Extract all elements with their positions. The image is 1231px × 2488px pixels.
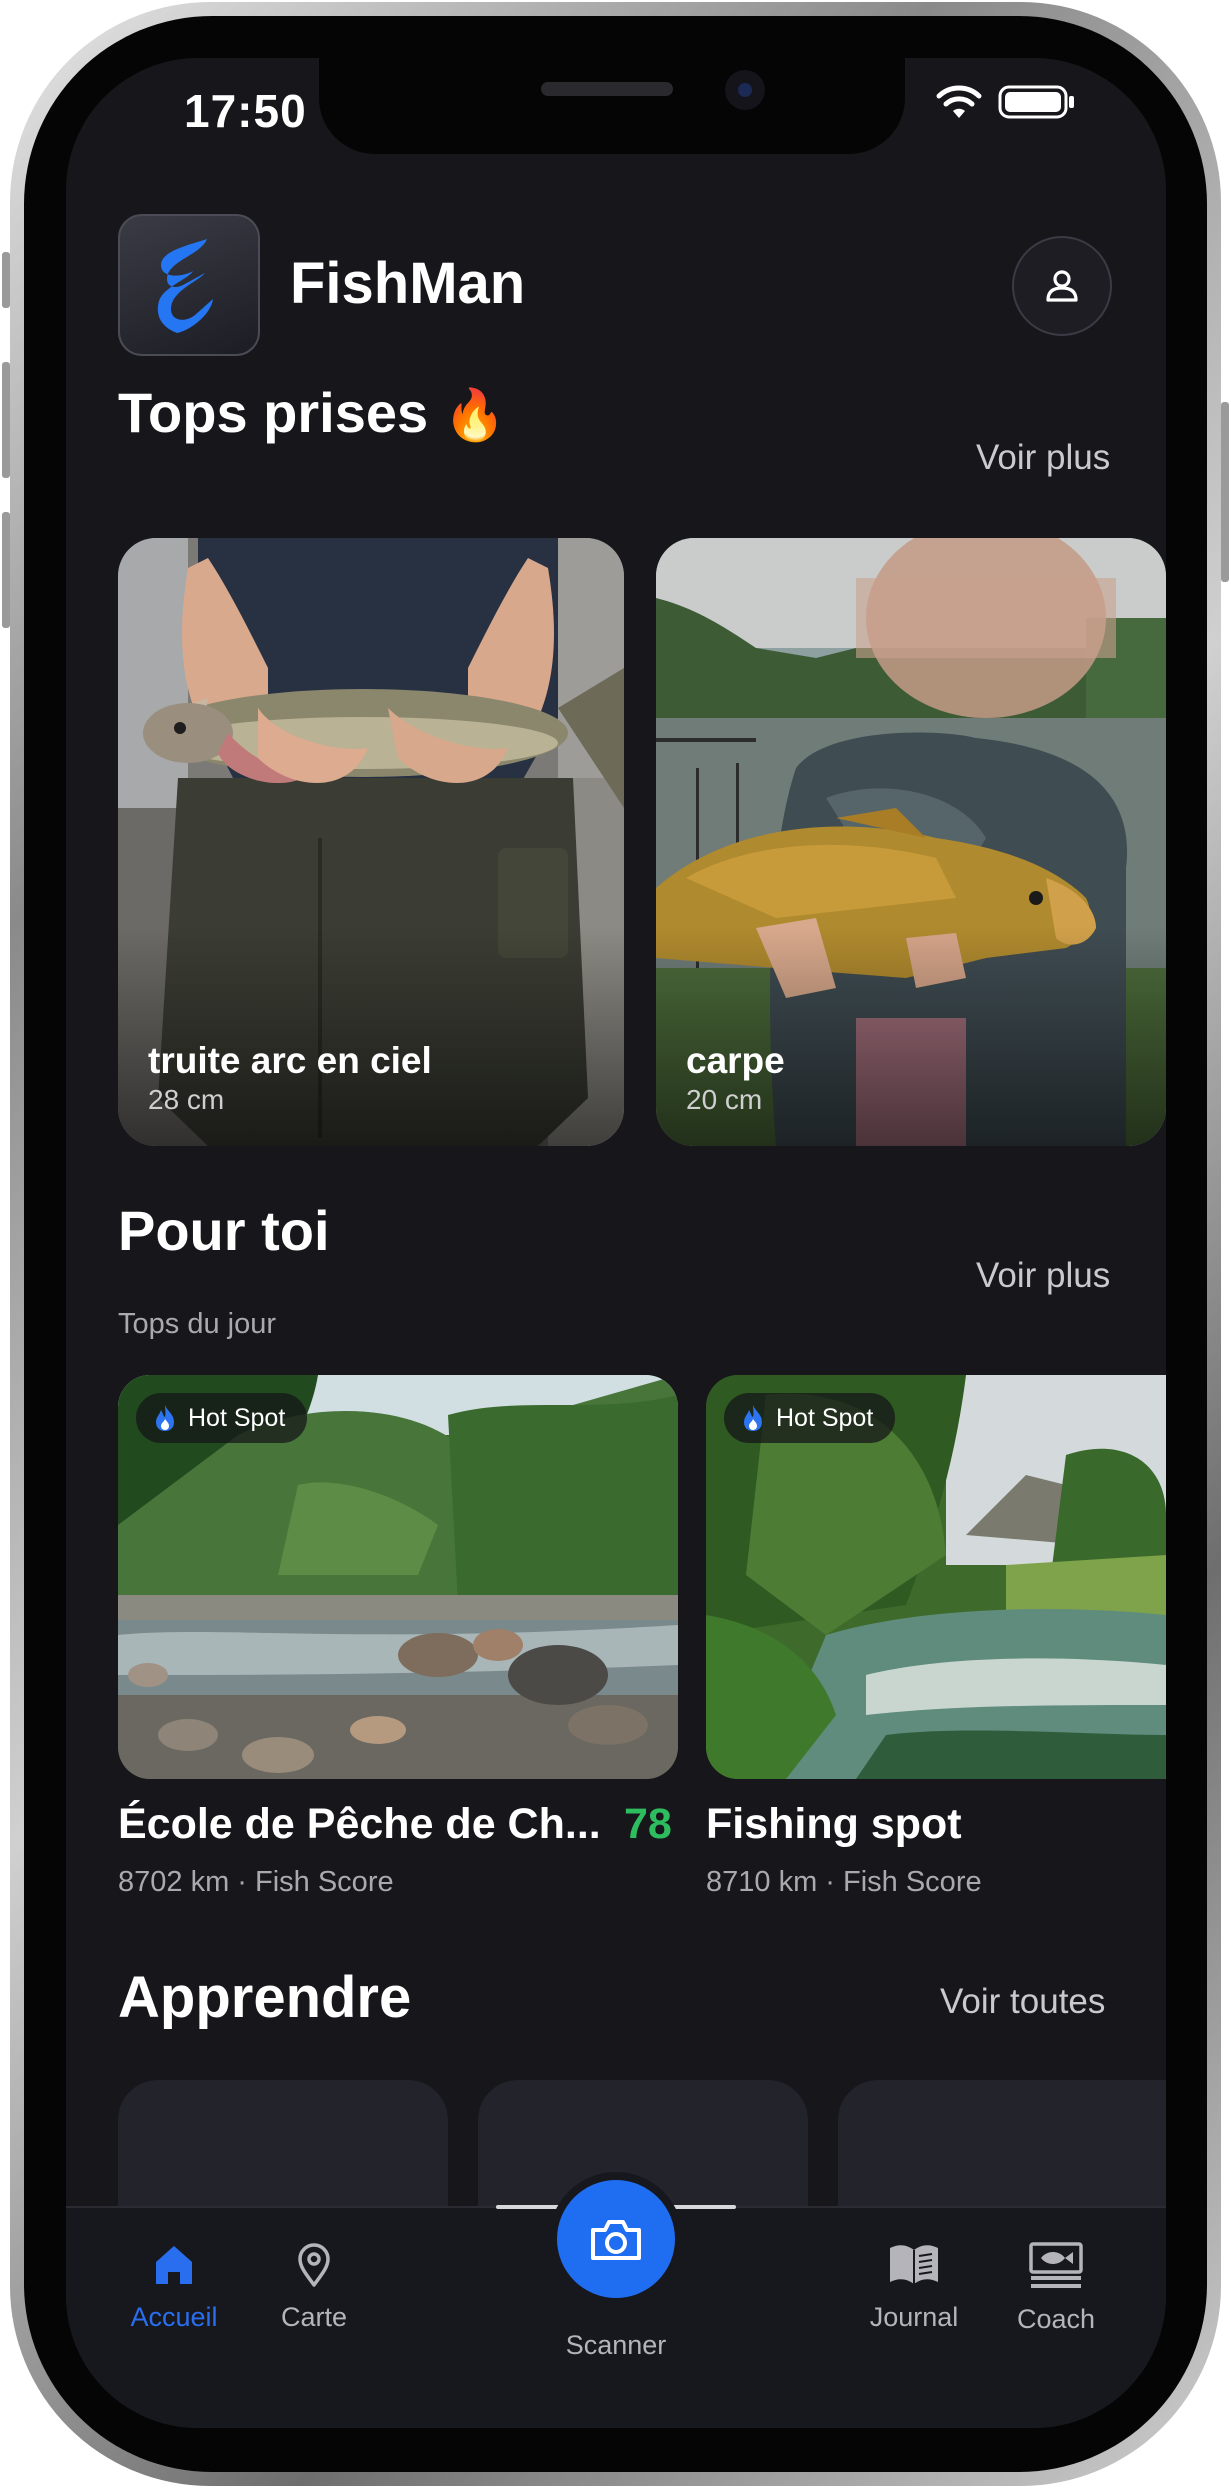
top-catches-see-more[interactable]: Voir plus bbox=[976, 438, 1110, 478]
spot-meta: 8702 km · Fish Score bbox=[118, 1866, 394, 1898]
user-icon bbox=[1046, 270, 1078, 302]
app-logo bbox=[118, 214, 260, 356]
top-catches-title-text: Tops prises bbox=[118, 381, 429, 444]
profile-button[interactable] bbox=[1012, 236, 1112, 336]
tab-accueil[interactable]: Accueil bbox=[99, 2240, 249, 2333]
flame-s-logo-icon bbox=[157, 239, 213, 333]
tab-label-scanner: Scanner bbox=[565, 2330, 667, 2360]
hot-spot-badge: Hot Spot bbox=[724, 1393, 896, 1443]
app-screen: 17:50 FishMan Tops prises 🔥 Voir plus tr… bbox=[66, 58, 1166, 2428]
power-button bbox=[1221, 402, 1229, 582]
top-catches-title: Tops prises 🔥 bbox=[118, 380, 506, 445]
mute-switch bbox=[2, 252, 10, 308]
spot-title[interactable]: École de Pêche de Ch... bbox=[118, 1800, 601, 1849]
tab-coach[interactable]: Coach bbox=[981, 2240, 1131, 2335]
battery-icon bbox=[998, 85, 1074, 119]
volume-up-button bbox=[2, 362, 10, 478]
learn-title: Apprendre bbox=[118, 1965, 412, 2030]
camera-icon bbox=[591, 2220, 641, 2260]
catch-card[interactable]: carpe 20 cm bbox=[656, 538, 1166, 1146]
notch bbox=[319, 58, 905, 154]
spot-card-image[interactable]: Hot Spot bbox=[706, 1375, 1166, 1779]
hot-spot-label: Hot Spot bbox=[188, 1403, 286, 1432]
catch-card[interactable]: truite arc en ciel 28 cm bbox=[118, 538, 624, 1146]
catch-name: truite arc en ciel bbox=[148, 1040, 432, 1081]
wifi-icon bbox=[936, 85, 982, 118]
for-you-title: Pour toi bbox=[118, 1199, 330, 1262]
volume-down-button bbox=[2, 512, 10, 628]
catch-size: 20 cm bbox=[686, 1084, 763, 1115]
status-icons bbox=[936, 84, 1076, 120]
fish-board-icon bbox=[1029, 2242, 1083, 2288]
tab-label: Carte bbox=[280, 2302, 348, 2332]
scanner-button[interactable] bbox=[557, 2180, 675, 2298]
earpiece-speaker bbox=[541, 82, 673, 96]
status-time: 17:50 bbox=[184, 85, 307, 137]
for-you-subtitle: Tops du jour bbox=[118, 1308, 276, 1340]
tab-label: Accueil bbox=[130, 2302, 218, 2332]
catch-name: carpe bbox=[686, 1040, 785, 1081]
tab-bar: Accueil Carte Scanner Journal Coach bbox=[66, 2180, 1166, 2428]
front-camera bbox=[725, 70, 765, 110]
app-name: FishMan bbox=[290, 251, 526, 316]
tab-journal[interactable]: Journal bbox=[839, 2240, 989, 2333]
tab-label: Journal bbox=[869, 2302, 959, 2332]
catch-size: 28 cm bbox=[148, 1084, 225, 1115]
spot-score: 78 bbox=[624, 1800, 672, 1848]
tab-carte[interactable]: Carte bbox=[239, 2240, 389, 2333]
learn-see-all[interactable]: Voir toutes bbox=[940, 1982, 1105, 2022]
tab-label: Coach bbox=[1016, 2304, 1096, 2334]
flame-icon bbox=[744, 1405, 762, 1431]
home-icon bbox=[156, 2246, 192, 2284]
hot-spot-badge: Hot Spot bbox=[136, 1393, 308, 1443]
spot-title[interactable]: Fishing spot bbox=[706, 1800, 962, 1849]
spot-meta: 8710 km · Fish Score bbox=[706, 1866, 982, 1898]
fire-icon: 🔥 bbox=[443, 387, 506, 443]
map-pin-icon bbox=[298, 2243, 330, 2287]
for-you-see-more[interactable]: Voir plus bbox=[976, 1256, 1110, 1296]
spot-card-image[interactable]: Hot Spot bbox=[118, 1375, 678, 1779]
flame-icon bbox=[156, 1405, 174, 1431]
hot-spot-label: Hot Spot bbox=[776, 1403, 874, 1432]
book-icon bbox=[890, 2245, 938, 2284]
